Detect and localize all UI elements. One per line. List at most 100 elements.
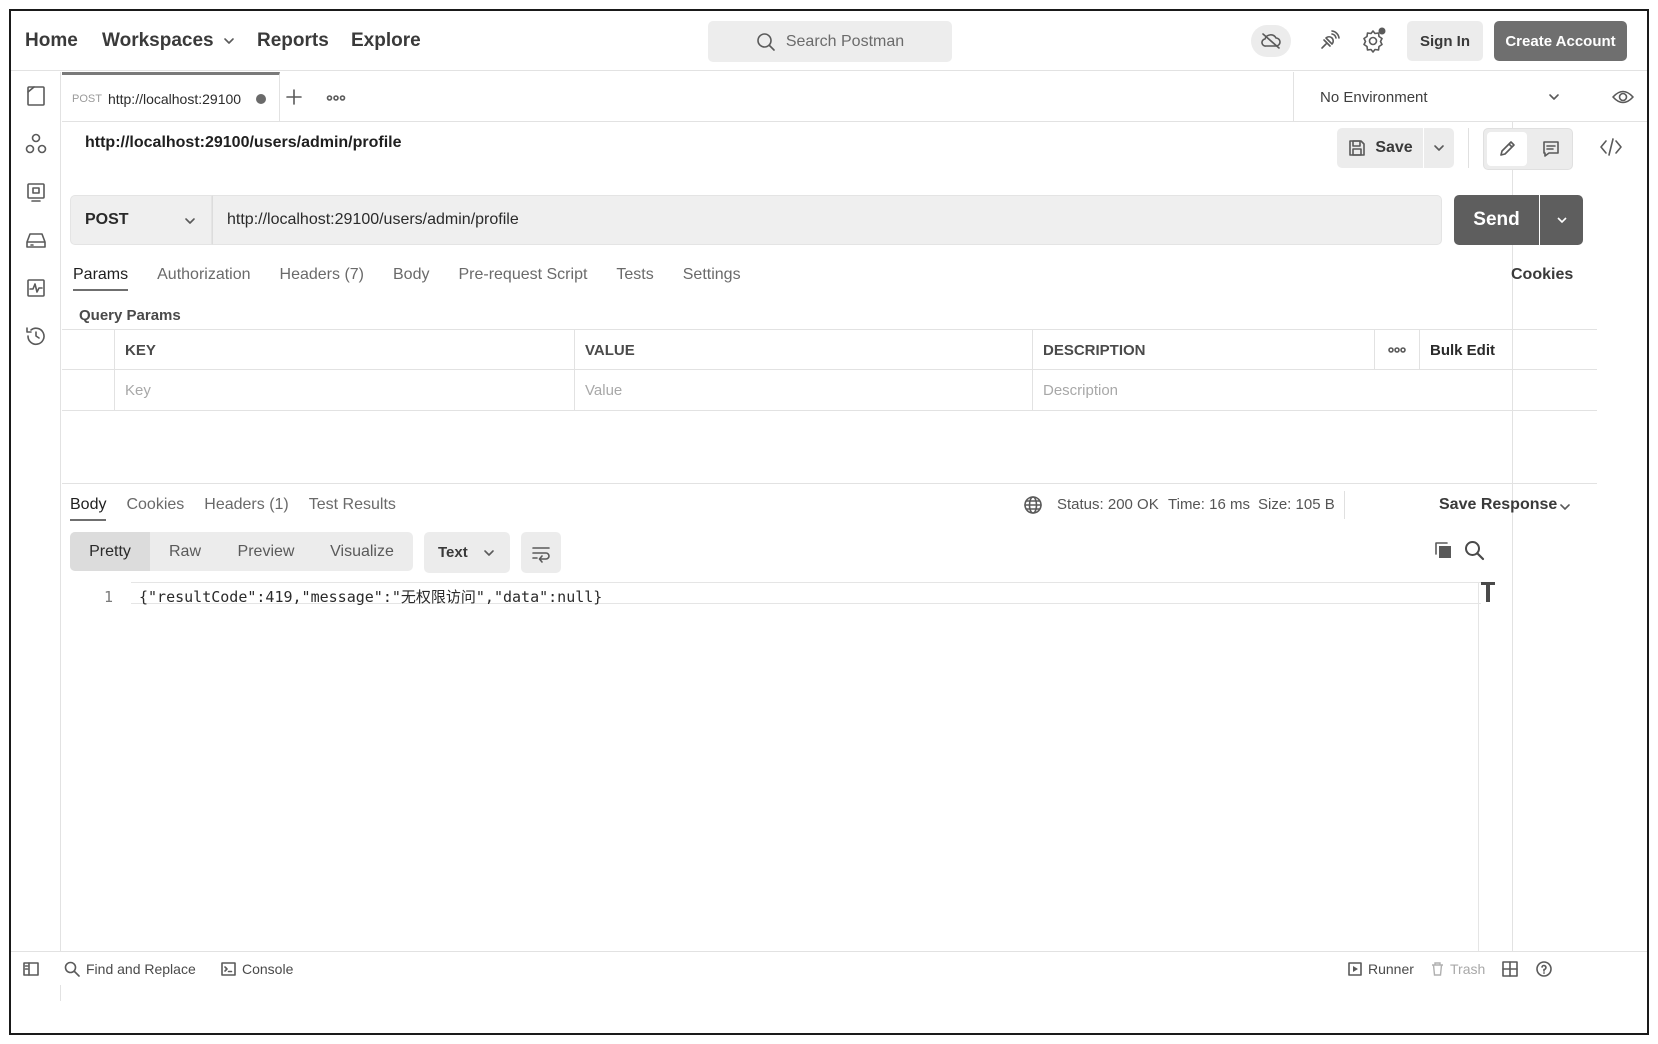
sidebar-toggle-icon xyxy=(23,962,39,976)
response-tab-cookies[interactable]: Cookies xyxy=(126,496,184,514)
view-preview[interactable]: Preview xyxy=(220,532,312,571)
tab-body[interactable]: Body xyxy=(393,266,429,284)
send-button[interactable]: Send xyxy=(1454,195,1539,245)
view-visualize[interactable]: Visualize xyxy=(312,532,412,571)
description-header-label: DESCRIPTION xyxy=(1043,341,1146,359)
value-input[interactable]: Value xyxy=(574,370,1032,410)
cloud-off-icon xyxy=(1261,33,1281,49)
edit-mode-button[interactable] xyxy=(1487,132,1527,166)
url-input[interactable]: http://localhost:29100/users/admin/profi… xyxy=(212,195,1442,245)
description-input[interactable]: Description xyxy=(1032,370,1597,410)
console-icon xyxy=(221,962,236,976)
top-bar: Home Workspaces Reports Explore Search P… xyxy=(11,11,1647,71)
save-button[interactable]: Save xyxy=(1337,128,1423,168)
view-pretty[interactable]: Pretty xyxy=(70,532,150,571)
key-input[interactable]: Key xyxy=(114,370,574,410)
response-tab-test-results[interactable]: Test Results xyxy=(309,496,396,514)
tab-params[interactable]: Params xyxy=(73,266,128,284)
bulk-edit-button[interactable]: Bulk Edit xyxy=(1419,330,1597,370)
cookies-link[interactable]: Cookies xyxy=(1511,266,1573,284)
trash-icon xyxy=(1432,962,1443,976)
response-size[interactable]: Size: 105 B xyxy=(1258,496,1335,513)
send-options-button[interactable] xyxy=(1540,195,1583,245)
environment-selector[interactable]: No Environment xyxy=(1293,72,1577,122)
tab-pre-request-script[interactable]: Pre-request Script xyxy=(458,266,587,284)
tab-url: http://localhost:29100 xyxy=(107,90,242,107)
chevron-down-icon xyxy=(1556,217,1567,224)
apis-icon[interactable] xyxy=(24,132,48,156)
search-response-icon[interactable] xyxy=(1463,539,1485,561)
two-pane-view-button[interactable] xyxy=(1502,952,1518,986)
console-button[interactable]: Console xyxy=(221,952,293,986)
copy-icon[interactable] xyxy=(1433,540,1453,560)
history-icon[interactable] xyxy=(24,324,48,348)
nav-workspaces[interactable]: Workspaces xyxy=(102,11,236,71)
method-label: POST xyxy=(85,211,129,228)
settings-gear-icon[interactable] xyxy=(1360,27,1386,53)
trash-label: Trash xyxy=(1450,961,1486,977)
active-tab-indicator xyxy=(73,289,128,291)
trash-button[interactable]: Trash xyxy=(1431,952,1485,986)
environment-quick-look-button[interactable] xyxy=(1598,72,1647,122)
toolbar-divider xyxy=(1468,128,1469,168)
method-select[interactable]: POST xyxy=(70,195,212,245)
tab-headers[interactable]: Headers (7) xyxy=(280,266,364,284)
find-and-replace-button[interactable]: Find and Replace xyxy=(64,952,196,986)
request-title[interactable]: http://localhost:29100/users/admin/profi… xyxy=(85,134,402,152)
collections-icon[interactable] xyxy=(24,84,48,108)
toggle-sidebar-button[interactable] xyxy=(23,952,39,986)
save-icon xyxy=(1349,140,1366,156)
request-tab[interactable]: POST http://localhost:29100 xyxy=(62,72,280,122)
response-status[interactable]: Status: 200 OK xyxy=(1057,496,1159,513)
view-raw[interactable]: Raw xyxy=(150,532,220,571)
value-column-header: VALUE xyxy=(574,330,1032,370)
description-column-header: DESCRIPTION xyxy=(1032,330,1374,370)
response-tab-headers[interactable]: Headers (1) xyxy=(204,496,288,514)
format-select[interactable]: Text xyxy=(424,532,510,573)
left-sidebar xyxy=(11,72,61,1001)
tab-authorization[interactable]: Authorization xyxy=(157,266,250,284)
new-tab-plus-icon[interactable] xyxy=(284,87,304,107)
satellite-icon[interactable] xyxy=(1317,29,1341,53)
runner-button[interactable]: Runner xyxy=(1348,952,1414,986)
chevron-down-icon xyxy=(1434,145,1444,151)
wrap-text-icon xyxy=(532,546,550,563)
tab-tests[interactable]: Tests xyxy=(616,266,653,284)
table-options-button[interactable] xyxy=(1374,330,1419,370)
response-time[interactable]: Time: 16 ms xyxy=(1168,496,1250,513)
monitors-icon[interactable] xyxy=(24,276,48,300)
chevron-down-icon xyxy=(223,38,234,44)
nav-home[interactable]: Home xyxy=(25,11,78,71)
response-body-text[interactable]: {"resultCode":419,"message":"无权限访问","dat… xyxy=(139,586,602,607)
tab-settings[interactable]: Settings xyxy=(683,266,741,284)
save-response-button[interactable]: Save Response xyxy=(1439,496,1557,514)
comments-button[interactable] xyxy=(1532,132,1570,166)
search-input[interactable]: Search Postman xyxy=(708,21,952,62)
mock-servers-icon[interactable] xyxy=(24,228,48,252)
nav-workspaces-label: Workspaces xyxy=(102,30,214,51)
console-label: Console xyxy=(242,961,294,977)
sign-in-button[interactable]: Sign In xyxy=(1407,21,1483,61)
response-tab-body[interactable]: Body xyxy=(70,496,106,514)
help-icon xyxy=(1536,961,1552,977)
help-button[interactable] xyxy=(1536,952,1552,986)
environments-icon[interactable] xyxy=(24,180,48,204)
unsaved-dot-icon xyxy=(255,93,266,104)
response-divider[interactable] xyxy=(62,483,1597,484)
sync-status-button[interactable] xyxy=(1251,25,1291,57)
nav-reports[interactable]: Reports xyxy=(257,11,329,71)
query-params-table: KEY VALUE DESCRIPTION Bulk Edit Key Valu… xyxy=(62,329,1597,411)
search-icon xyxy=(64,961,80,977)
nav-reports-label: Reports xyxy=(257,30,329,51)
scroll-marker[interactable] xyxy=(1480,581,1496,603)
code-snippet-icon[interactable] xyxy=(1599,137,1623,157)
response-body-editor[interactable] xyxy=(62,582,1597,952)
wrap-lines-button[interactable] xyxy=(521,532,561,573)
response-tabs: Body Cookies Headers (1) Test Results xyxy=(70,496,416,514)
create-account-button[interactable]: Create Account xyxy=(1494,21,1627,61)
more-tabs-icon[interactable] xyxy=(326,94,346,102)
sign-in-label: Sign In xyxy=(1420,32,1470,50)
save-options-button[interactable] xyxy=(1424,128,1454,168)
nav-explore[interactable]: Explore xyxy=(351,11,421,71)
globe-icon[interactable] xyxy=(1023,495,1043,515)
